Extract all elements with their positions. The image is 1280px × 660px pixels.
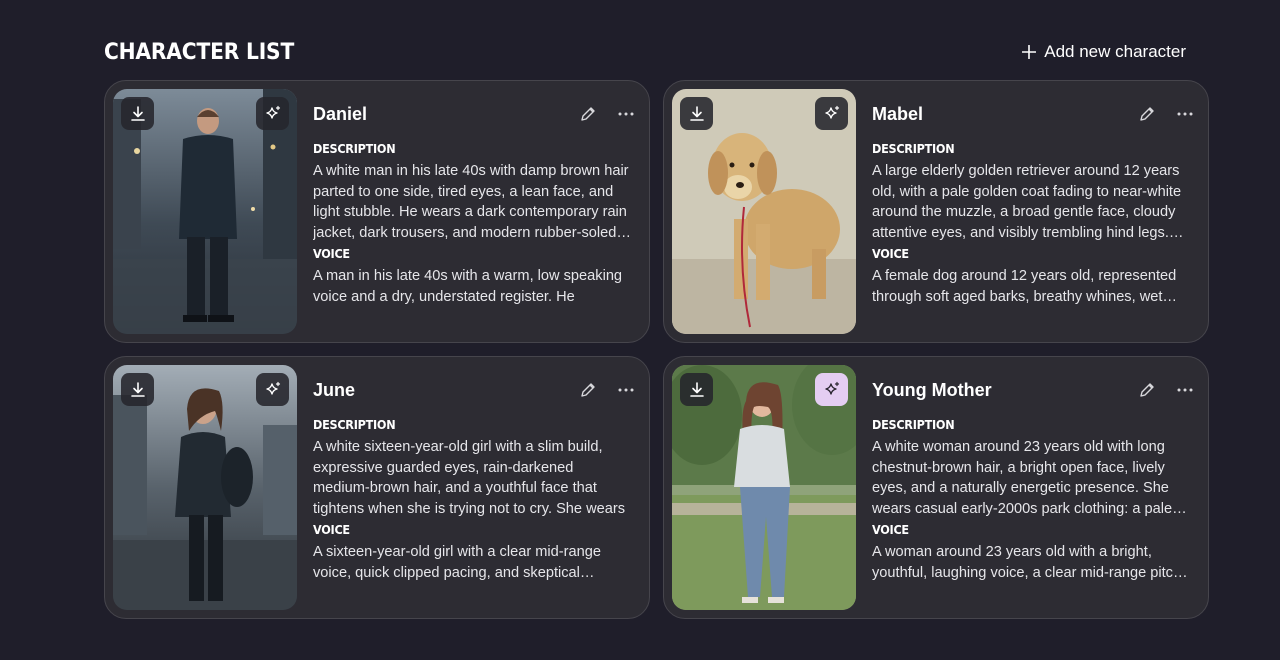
voice-label: VOICE	[872, 246, 909, 261]
character-image-young-mother[interactable]	[672, 365, 856, 610]
character-voice: A sixteen-year-old girl with a clear mid…	[313, 544, 601, 581]
character-description: A white woman around 23 years old with l…	[872, 439, 1187, 517]
character-voice: A female dog around 12 years old, repres…	[872, 268, 1178, 305]
edit-button[interactable]	[579, 381, 597, 399]
download-button[interactable]	[121, 373, 154, 406]
pencil-icon	[1140, 107, 1154, 121]
pencil-icon	[581, 107, 595, 121]
more-options-button[interactable]	[617, 381, 635, 399]
character-card-daniel[interactable]: Daniel DESCRIPTION A white man in his la…	[104, 80, 650, 343]
character-image-june[interactable]	[113, 365, 297, 610]
download-icon	[689, 105, 704, 121]
character-info: Mabel DESCRIPTION A large elderly golden…	[872, 101, 1193, 307]
pencil-icon	[1140, 383, 1154, 397]
edit-button[interactable]	[1138, 105, 1156, 123]
download-icon	[689, 381, 704, 397]
description-label: DESCRIPTION	[313, 141, 396, 156]
sparkles-icon	[265, 105, 280, 119]
generate-button[interactable]	[815, 373, 848, 406]
description-label: DESCRIPTION	[313, 417, 396, 432]
download-button[interactable]	[680, 97, 713, 130]
more-horizontal-icon	[618, 388, 634, 392]
character-name: Daniel	[313, 103, 368, 124]
edit-button[interactable]	[1138, 381, 1156, 399]
description-label: DESCRIPTION	[872, 417, 955, 432]
edit-button[interactable]	[579, 105, 597, 123]
more-horizontal-icon	[618, 112, 634, 116]
sparkles-icon	[824, 105, 839, 119]
more-horizontal-icon	[1177, 112, 1193, 116]
add-new-character-button[interactable]: Add new character	[1022, 42, 1186, 62]
character-image-mabel[interactable]	[672, 89, 856, 334]
character-card-mabel[interactable]: Mabel DESCRIPTION A large elderly golden…	[663, 80, 1209, 343]
more-options-button[interactable]	[617, 105, 635, 123]
more-options-button[interactable]	[1176, 105, 1194, 123]
character-image-daniel[interactable]	[113, 89, 297, 334]
voice-label: VOICE	[872, 522, 909, 537]
description-label: DESCRIPTION	[872, 141, 955, 156]
character-name: June	[313, 379, 356, 400]
plus-icon	[1022, 45, 1037, 59]
character-info: Young Mother DESCRIPTION A white woman a…	[872, 377, 1193, 583]
more-horizontal-icon	[1177, 388, 1193, 392]
add-new-character-label: Add new character	[1044, 42, 1186, 61]
more-options-button[interactable]	[1176, 381, 1194, 399]
generate-button[interactable]	[256, 373, 289, 406]
character-description: A white sixteen-year-old girl with a sli…	[313, 439, 626, 517]
character-info: June DESCRIPTION A white sixteen-year-ol…	[313, 377, 634, 583]
generate-button[interactable]	[815, 97, 848, 130]
pencil-icon	[581, 383, 595, 397]
sparkles-icon	[265, 381, 280, 395]
voice-label: VOICE	[313, 522, 350, 537]
character-grid: Daniel DESCRIPTION A white man in his la…	[104, 80, 1209, 619]
generate-button[interactable]	[256, 97, 289, 130]
voice-label: VOICE	[313, 246, 350, 261]
character-card-young-mother[interactable]: Young Mother DESCRIPTION A white woman a…	[663, 356, 1209, 619]
download-button[interactable]	[680, 373, 713, 406]
character-name: Mabel	[872, 103, 924, 124]
download-icon	[130, 381, 145, 397]
character-info: Daniel DESCRIPTION A white man in his la…	[313, 101, 634, 307]
character-voice: A man in his late 40s with a warm, low s…	[313, 268, 623, 305]
character-description: A white man in his late 40s with damp br…	[313, 163, 631, 241]
download-icon	[130, 105, 145, 121]
character-card-june[interactable]: June DESCRIPTION A white sixteen-year-ol…	[104, 356, 650, 619]
sparkles-icon	[824, 381, 839, 395]
page-title: CHARACTER LIST	[104, 39, 295, 65]
character-name: Young Mother	[872, 379, 992, 400]
character-description: A large elderly golden retriever around …	[872, 163, 1184, 241]
page-header: CHARACTER LIST Add new character	[104, 36, 1186, 68]
character-list-page: CHARACTER LIST Add new character Daniel …	[0, 0, 1280, 660]
download-button[interactable]	[121, 97, 154, 130]
character-voice: A woman around 23 years old with a brigh…	[872, 544, 1188, 581]
